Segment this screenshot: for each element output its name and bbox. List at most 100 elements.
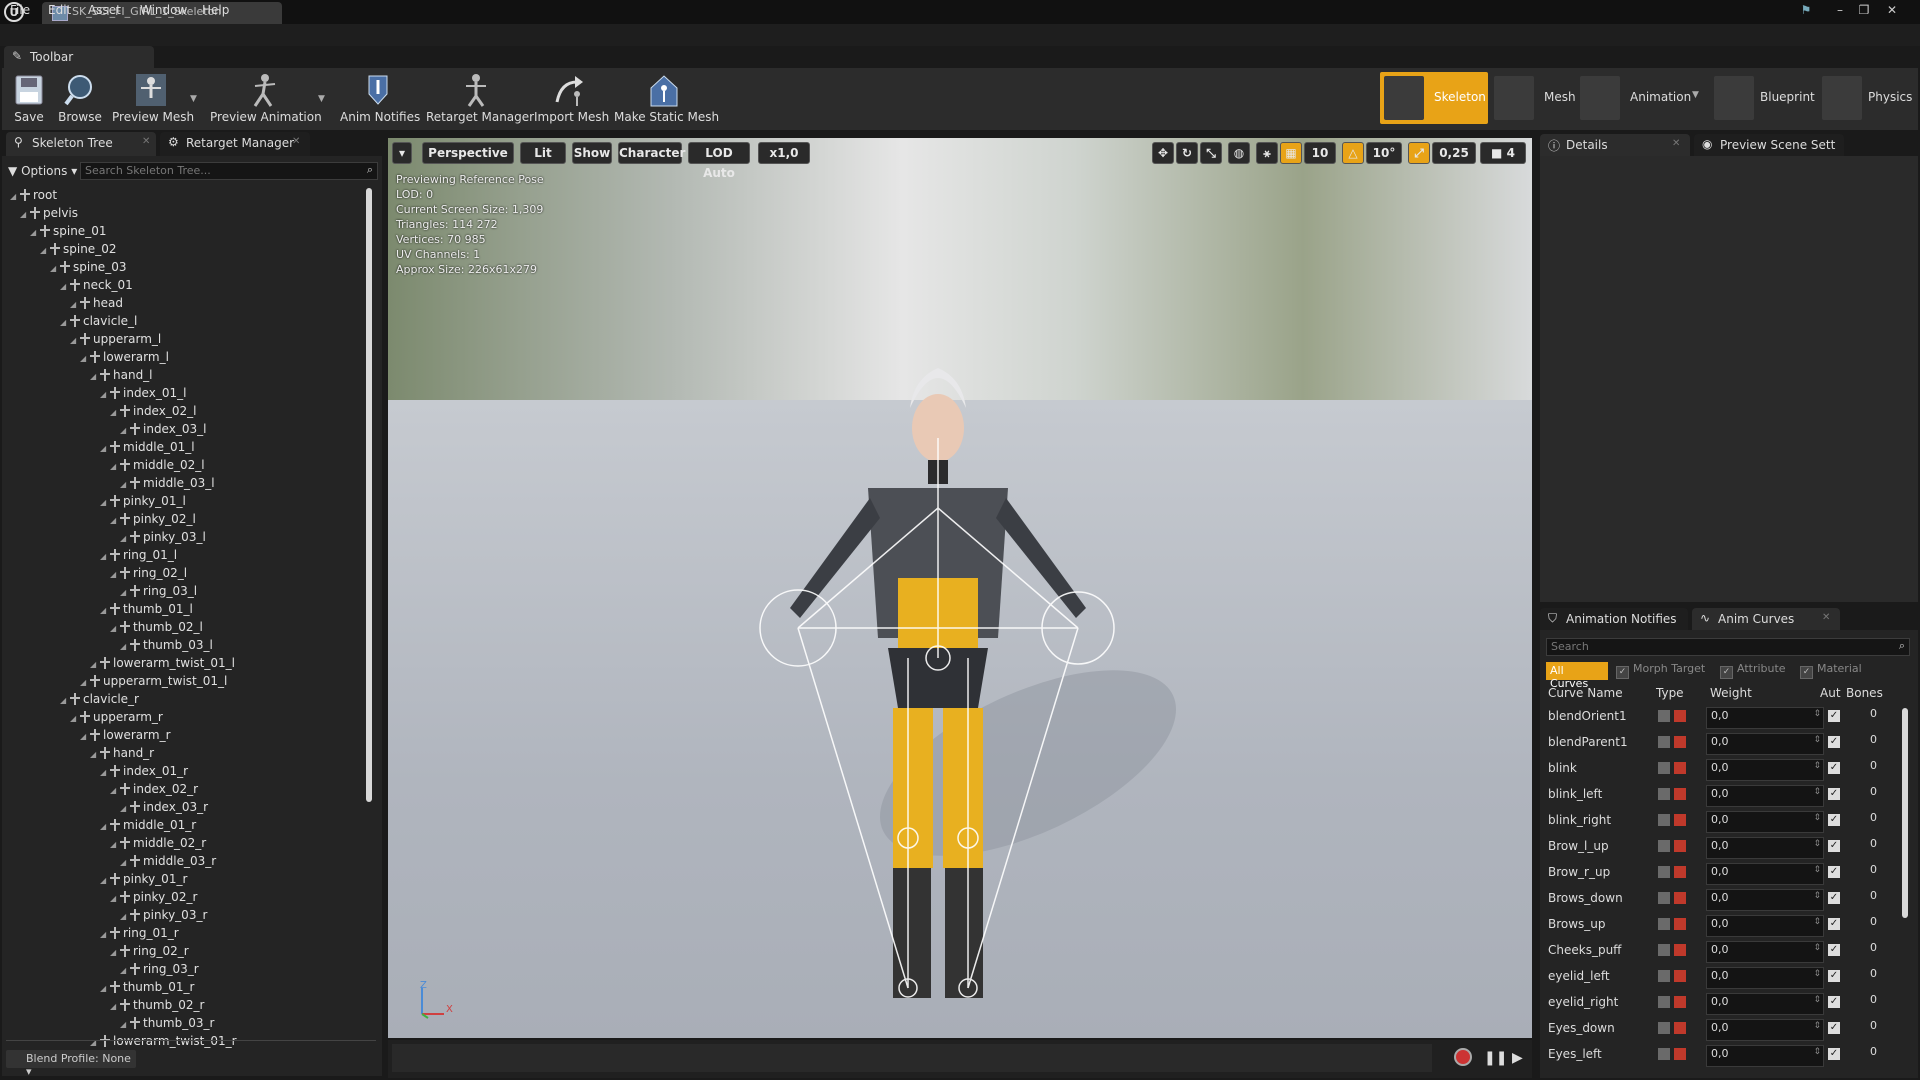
menu-asset[interactable]: Asset [88, 3, 121, 17]
expand-arrow-icon[interactable]: ◢ [90, 660, 100, 669]
curve-row[interactable]: blink_right 0,0 ✓ 0 [1546, 808, 1906, 834]
preview-mesh-dropdown[interactable]: ▼ [190, 94, 197, 104]
pause-button[interactable]: ❚❚ [1484, 1050, 1507, 1066]
expand-arrow-icon[interactable]: ◢ [110, 408, 120, 417]
expand-arrow-icon[interactable]: ◢ [120, 1020, 130, 1029]
scale-snap-icon[interactable]: ⤢ [1408, 142, 1430, 164]
expand-arrow-icon[interactable]: ◢ [10, 192, 20, 201]
tree-row[interactable]: ◢ spine_03 [50, 260, 126, 278]
maximize-button[interactable]: ❐ [1854, 2, 1874, 18]
expand-arrow-icon[interactable]: ◢ [20, 210, 30, 219]
filter-all-curves[interactable]: All Curves [1546, 662, 1608, 690]
tab-animation-notifies[interactable]: ⛉ Animation Notifies [1540, 608, 1688, 632]
tree-row[interactable]: ◢ head [70, 296, 123, 314]
expand-arrow-icon[interactable]: ◢ [100, 498, 110, 507]
checkbox[interactable]: ✓ [1800, 666, 1813, 679]
morph-type-icon[interactable] [1658, 1022, 1670, 1034]
weight-input[interactable]: 0,0 [1706, 707, 1824, 729]
curve-row[interactable]: blendOrient1 0,0 ✓ 0 [1546, 704, 1906, 730]
rotation-snap-icon[interactable]: △ [1342, 142, 1364, 164]
expand-arrow-icon[interactable]: ◢ [90, 750, 100, 759]
checkbox[interactable]: ✓ [1720, 666, 1733, 679]
auto-checkbox[interactable]: ✓ [1828, 892, 1840, 904]
curve-row[interactable]: Cheeks_puff 0,0 ✓ 0 [1546, 938, 1906, 964]
material-type-icon[interactable] [1674, 736, 1686, 748]
character-button[interactable]: Character [618, 142, 685, 164]
tree-row[interactable]: ◢ index_01_r [100, 764, 188, 782]
tree-row[interactable]: ◢ thumb_01_l [100, 602, 193, 620]
browse-button[interactable]: Browse [58, 70, 102, 128]
tree-row[interactable]: ◢ thumb_01_r [100, 980, 194, 998]
material-type-icon[interactable] [1674, 1048, 1686, 1060]
weight-input[interactable]: 0,0 [1706, 785, 1824, 807]
filter-attribute[interactable]: ✓ Attribute [1720, 662, 1786, 680]
tree-row[interactable]: ◢ middle_03_l [120, 476, 215, 494]
tree-row[interactable]: ◢ thumb_02_l [110, 620, 203, 638]
surface-snap-icon[interactable]: ⚹ [1256, 142, 1278, 164]
expand-arrow-icon[interactable]: ◢ [100, 390, 110, 399]
weight-input[interactable]: 0,0 [1706, 941, 1824, 963]
weight-input[interactable]: 0,0 [1706, 993, 1824, 1015]
auto-checkbox[interactable]: ✓ [1828, 970, 1840, 982]
tree-row[interactable]: ◢ root [10, 188, 57, 206]
tree-row[interactable]: ◢ pinky_01_r [100, 872, 187, 890]
auto-checkbox[interactable]: ✓ [1828, 1022, 1840, 1034]
record-button[interactable] [1454, 1048, 1472, 1066]
tab-skeleton-tree[interactable]: ⚲ Skeleton Tree ✕ [6, 132, 156, 156]
col-auto[interactable]: Aut [1820, 686, 1841, 700]
grid-snap-value[interactable]: 10 [1304, 142, 1336, 164]
material-type-icon[interactable] [1674, 866, 1686, 878]
tree-row[interactable]: ◢ ring_02_l [110, 566, 187, 584]
expand-arrow-icon[interactable]: ◢ [100, 606, 110, 615]
preview-animation-button[interactable]: Preview Animation [210, 70, 322, 128]
tree-row[interactable]: ◢ pinky_01_l [100, 494, 186, 512]
close-tab-icon[interactable]: ✕ [142, 136, 150, 147]
morph-type-icon[interactable] [1658, 996, 1670, 1008]
weight-input[interactable]: 0,0 [1706, 837, 1824, 859]
mode-animation[interactable]: Animation ▼ [1576, 72, 1706, 124]
expand-arrow-icon[interactable]: ◢ [120, 642, 130, 651]
scale-snap-value[interactable]: 0,25 [1432, 142, 1476, 164]
tree-row[interactable]: ◢ ring_02_r [110, 944, 189, 962]
expand-arrow-icon[interactable]: ◢ [120, 480, 130, 489]
save-button[interactable]: Save [10, 70, 48, 128]
menu-file[interactable]: File [10, 3, 30, 17]
material-type-icon[interactable] [1674, 762, 1686, 774]
expand-arrow-icon[interactable]: ◢ [110, 894, 120, 903]
mode-physics[interactable]: Physics [1818, 72, 1918, 124]
tree-row[interactable]: ◢ ring_01_l [100, 548, 177, 566]
expand-arrow-icon[interactable]: ◢ [80, 354, 90, 363]
tree-row[interactable]: ◢ index_02_l [110, 404, 196, 422]
viewport-options-dropdown[interactable]: ▾ [392, 142, 412, 164]
tree-row[interactable]: ◢ index_03_l [120, 422, 206, 440]
morph-type-icon[interactable] [1658, 788, 1670, 800]
blend-profile-dropdown[interactable]: Blend Profile: None ▾ [6, 1050, 136, 1078]
tree-row[interactable]: ◢ pinky_03_l [120, 530, 206, 548]
morph-type-icon[interactable] [1658, 762, 1670, 774]
auto-checkbox[interactable]: ✓ [1828, 1048, 1840, 1060]
mode-skeleton[interactable]: Skeleton [1380, 72, 1488, 124]
menu-help[interactable]: Help [202, 3, 229, 17]
expand-arrow-icon[interactable]: ◢ [110, 570, 120, 579]
tree-row[interactable]: ◢ spine_02 [40, 242, 116, 260]
col-type[interactable]: Type [1656, 686, 1684, 700]
expand-arrow-icon[interactable]: ◢ [120, 912, 130, 921]
tree-row[interactable]: ◢ index_03_r [120, 800, 208, 818]
tree-row[interactable]: ◢ upperarm_twist_01_l [80, 674, 227, 692]
expand-arrow-icon[interactable]: ◢ [100, 552, 110, 561]
expand-arrow-icon[interactable]: ◢ [120, 858, 130, 867]
grid-snap-icon[interactable]: ▦ [1280, 142, 1302, 164]
material-type-icon[interactable] [1674, 814, 1686, 826]
expand-arrow-icon[interactable]: ◢ [120, 426, 130, 435]
tab-retarget-manager[interactable]: ⚙ Retarget Manager ✕ [160, 132, 310, 156]
auto-checkbox[interactable]: ✓ [1828, 840, 1840, 852]
morph-type-icon[interactable] [1658, 866, 1670, 878]
curve-row[interactable]: blendParent1 0,0 ✓ 0 [1546, 730, 1906, 756]
curve-scrollbar[interactable] [1902, 708, 1908, 918]
tree-row[interactable]: ◢ pelvis [20, 206, 78, 224]
mode-blueprint[interactable]: Blueprint [1710, 72, 1815, 124]
expand-arrow-icon[interactable]: ◢ [70, 336, 80, 345]
morph-type-icon[interactable] [1658, 944, 1670, 956]
expand-arrow-icon[interactable]: ◢ [80, 732, 90, 741]
tree-row[interactable]: ◢ index_01_l [100, 386, 186, 404]
